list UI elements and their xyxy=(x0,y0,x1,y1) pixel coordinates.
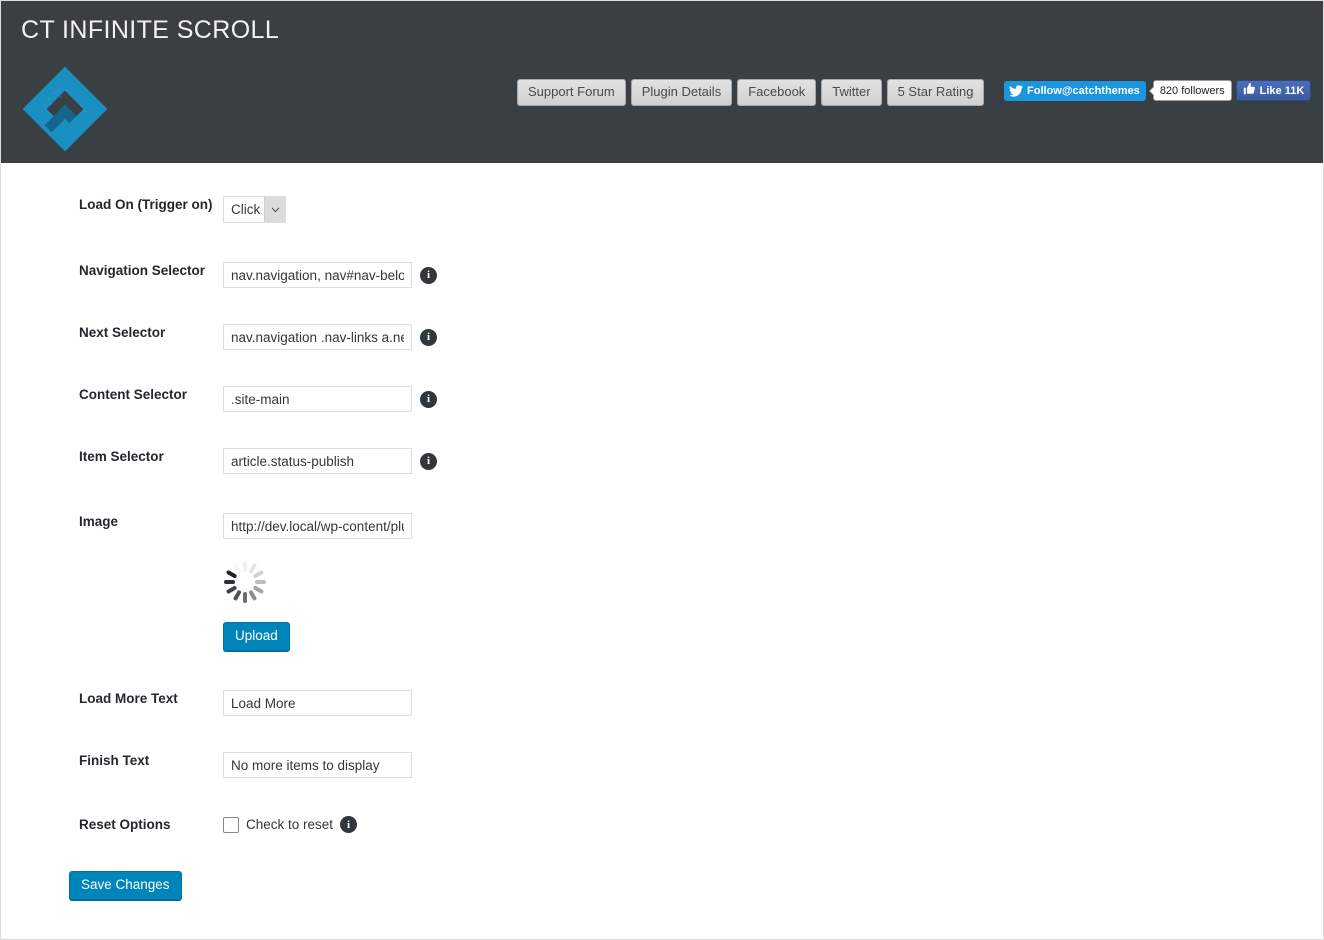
control-finish-text xyxy=(223,752,1323,778)
image-url-input[interactable] xyxy=(223,513,412,539)
label-navigation-selector: Navigation Selector xyxy=(79,263,206,278)
control-load-more-text xyxy=(223,690,1323,716)
form-row-load-on: Load On (Trigger on) Click xyxy=(1,196,1323,223)
label-image: Image xyxy=(79,514,119,529)
form-row-reset-options: Reset Options Check to reset i xyxy=(1,816,1323,834)
label-finish-text: Finish Text xyxy=(79,753,150,768)
reset-checkbox-label: Check to reset xyxy=(246,817,334,832)
admin-header: CT INFINITE SCROLL Support Forum Plugin … xyxy=(1,1,1323,163)
navigation-selector-input[interactable] xyxy=(223,262,412,288)
facebook-button[interactable]: Facebook xyxy=(737,79,817,106)
info-icon[interactable]: i xyxy=(420,390,437,408)
header-links: Support Forum Plugin Details Facebook Tw… xyxy=(517,79,985,106)
content-selector-input[interactable] xyxy=(223,386,412,412)
form-row-navigation-selector: Navigation Selector i xyxy=(1,262,1323,288)
thumbs-up-icon xyxy=(1243,82,1256,99)
twitter-bird-icon xyxy=(1009,84,1023,97)
load-more-text-input[interactable] xyxy=(223,690,412,716)
save-changes-button[interactable]: Save Changes xyxy=(69,871,182,900)
item-selector-input[interactable] xyxy=(223,448,412,474)
info-icon[interactable]: i xyxy=(340,816,358,833)
load-on-selected-value: Click xyxy=(231,202,261,217)
submit-wrap: Save Changes xyxy=(1,871,182,900)
settings-form: Load On (Trigger on) Click Navigation Se… xyxy=(1,196,1323,900)
form-row-load-more-text: Load More Text xyxy=(1,690,1323,716)
control-item-selector: i xyxy=(223,448,1323,474)
form-row-submit: Save Changes xyxy=(1,871,1323,900)
upload-button[interactable]: Upload xyxy=(223,622,290,651)
info-icon[interactable]: i xyxy=(420,452,437,470)
label-content-selector: Content Selector xyxy=(79,387,188,402)
control-next-selector: i xyxy=(223,324,1323,350)
control-image: Upload xyxy=(223,513,1323,651)
reset-checkbox-row: Check to reset i xyxy=(223,816,358,833)
info-icon[interactable]: i xyxy=(420,328,437,346)
form-row-next-selector: Next Selector i xyxy=(1,324,1323,350)
form-row-content-selector: Content Selector i xyxy=(1,386,1323,412)
control-navigation-selector: i xyxy=(223,262,1323,288)
next-selector-input[interactable] xyxy=(223,324,412,350)
label-load-on: Load On (Trigger on) xyxy=(79,197,213,212)
control-reset-options: Check to reset i xyxy=(223,816,1323,833)
support-forum-button[interactable]: Support Forum xyxy=(517,79,626,106)
control-load-on: Click xyxy=(223,196,1323,223)
facebook-like-button[interactable]: Like 11K xyxy=(1235,80,1312,101)
load-on-select[interactable]: Click xyxy=(223,196,286,223)
twitter-follower-count[interactable]: 820 followers xyxy=(1148,80,1232,101)
spinner-icon xyxy=(223,560,267,604)
five-star-rating-button[interactable]: 5 Star Rating xyxy=(886,79,985,106)
facebook-like-label: Like 11K xyxy=(1259,84,1305,97)
label-item-selector: Item Selector xyxy=(79,449,164,464)
label-load-more-text: Load More Text xyxy=(79,691,178,706)
form-row-item-selector: Item Selector i xyxy=(1,448,1323,474)
twitter-follow-button[interactable]: Follow@catchthemes xyxy=(1004,80,1146,101)
label-reset-options: Reset Options xyxy=(79,817,171,832)
twitter-follow-label: Follow@catchthemes xyxy=(1027,84,1140,97)
form-row-finish-text: Finish Text xyxy=(1,752,1323,778)
twitter-button[interactable]: Twitter xyxy=(821,79,882,106)
control-content-selector: i xyxy=(223,386,1323,412)
plugin-details-button[interactable]: Plugin Details xyxy=(630,79,733,106)
label-next-selector: Next Selector xyxy=(79,325,166,340)
form-row-image: Image Upload xyxy=(1,513,1323,651)
catch-themes-logo xyxy=(23,61,107,157)
plugin-settings-page: CT INFINITE SCROLL Support Forum Plugin … xyxy=(0,0,1324,940)
info-icon[interactable]: i xyxy=(420,266,437,284)
social-widgets: Follow@catchthemes 820 followers Like 11… xyxy=(1004,80,1312,101)
page-title: CT INFINITE SCROLL xyxy=(21,16,280,44)
chevron-down-icon[interactable] xyxy=(264,197,285,222)
finish-text-input[interactable] xyxy=(223,752,412,778)
reset-checkbox[interactable] xyxy=(223,816,239,833)
